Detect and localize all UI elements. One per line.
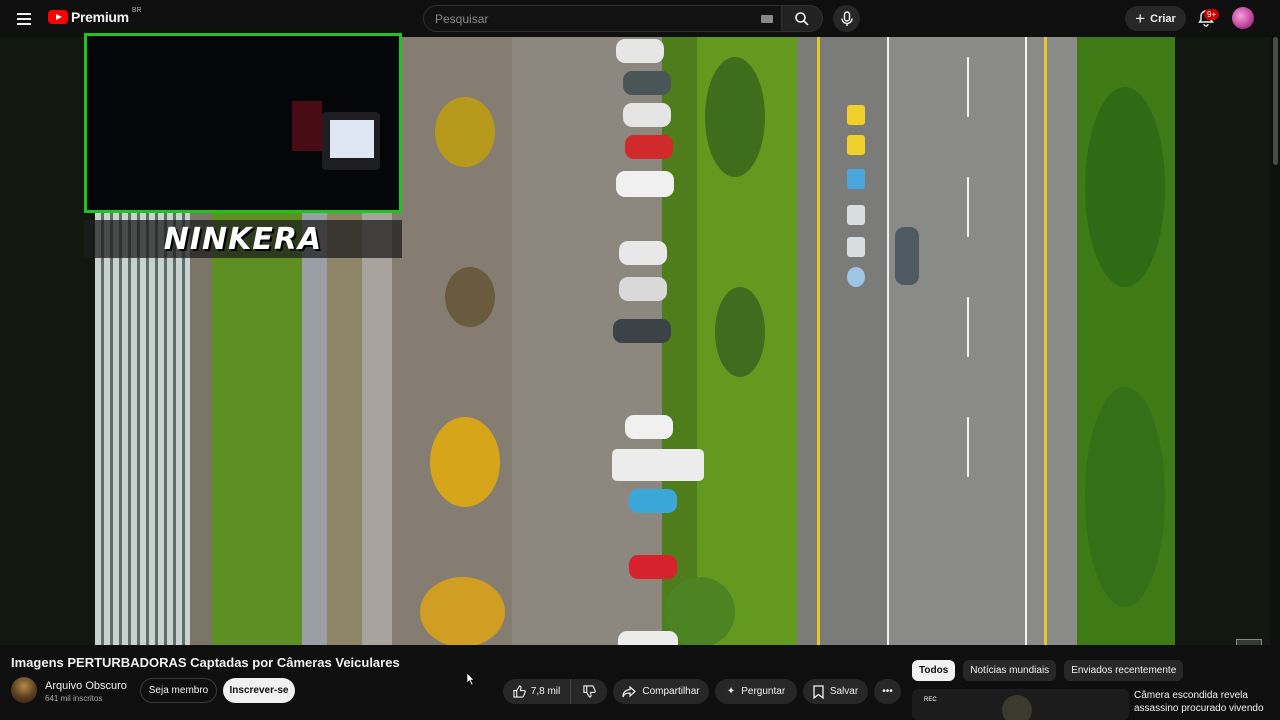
- save-button[interactable]: Salvar: [803, 679, 868, 704]
- chip-all[interactable]: Todos: [912, 660, 956, 681]
- streamer-name: NINKERA: [163, 221, 323, 257]
- like-count: 7,8 mil: [530, 686, 561, 697]
- keyboard-icon[interactable]: [761, 15, 773, 23]
- recommendation-filter-chips: Todos Notícias mundiais Enviados recente…: [912, 660, 1184, 681]
- search-icon: [795, 11, 809, 26]
- create-button[interactable]: + Criar: [1125, 6, 1186, 31]
- more-horizontal-icon: •••: [882, 686, 893, 697]
- mouse-cursor-icon: [467, 673, 475, 685]
- channel-avatar[interactable]: [11, 677, 37, 703]
- like-button[interactable]: 7,8 mil: [503, 679, 571, 704]
- voice-search-button[interactable]: [833, 5, 860, 32]
- thumbs-down-icon: [582, 685, 596, 698]
- dislike-button[interactable]: [571, 679, 607, 704]
- microphone-icon: [840, 10, 853, 26]
- video-title: Imagens PERTURBADORAS Captadas por Câmer…: [11, 655, 400, 670]
- thumbs-up-icon: [513, 685, 526, 698]
- create-label: Criar: [1150, 12, 1176, 25]
- subscribe-button[interactable]: Inscrever-se: [223, 678, 295, 703]
- channel-name[interactable]: Arquivo Obscuro: [45, 680, 127, 692]
- top-bar: Premium BR + Criar 9+: [0, 0, 1280, 37]
- recommendation-title[interactable]: Câmera escondida revela assassino procur…: [1134, 689, 1270, 715]
- save-label: Salvar: [829, 686, 859, 697]
- more-actions-button[interactable]: •••: [874, 679, 901, 704]
- chip-recently-uploaded[interactable]: Enviados recentemente: [1064, 660, 1184, 681]
- menu-icon: [17, 13, 31, 15]
- streamer-name-banner: NINKERA: [84, 220, 402, 258]
- user-avatar[interactable]: [1232, 7, 1254, 29]
- menu-button[interactable]: [14, 9, 34, 29]
- ask-label: Perguntar: [741, 686, 786, 697]
- channel-watermark-icon[interactable]: [1236, 639, 1262, 645]
- search-input[interactable]: [424, 11, 744, 26]
- plus-icon: +: [1135, 9, 1146, 28]
- country-code: BR: [131, 6, 142, 14]
- join-membership-button[interactable]: Seja membro: [140, 678, 217, 703]
- subscriber-count: 641 mil inscritos: [45, 694, 103, 703]
- ask-button[interactable]: ✦ Perguntar: [715, 679, 797, 704]
- rec-badge: REC: [924, 697, 937, 703]
- chip-world-news[interactable]: Notícias mundiais: [963, 660, 1057, 681]
- bookmark-icon: [813, 684, 824, 699]
- logo-text: Premium: [71, 9, 129, 25]
- share-arrow-icon: [622, 685, 637, 697]
- share-label: Compartilhar: [642, 686, 700, 697]
- streamer-webcam-overlay: [84, 33, 402, 213]
- sparkle-icon: ✦: [726, 686, 736, 697]
- page-scrollbar[interactable]: [1271, 37, 1280, 720]
- share-button[interactable]: Compartilhar: [613, 679, 709, 704]
- youtube-play-icon: [48, 10, 68, 24]
- search-button[interactable]: [781, 5, 823, 32]
- like-dislike-group: 7,8 mil: [503, 679, 607, 704]
- search-box: [423, 5, 787, 32]
- notification-badge: 9+: [1204, 9, 1220, 20]
- recommendation-thumbnail[interactable]: REC: [912, 689, 1129, 720]
- youtube-premium-logo[interactable]: Premium BR: [48, 6, 142, 25]
